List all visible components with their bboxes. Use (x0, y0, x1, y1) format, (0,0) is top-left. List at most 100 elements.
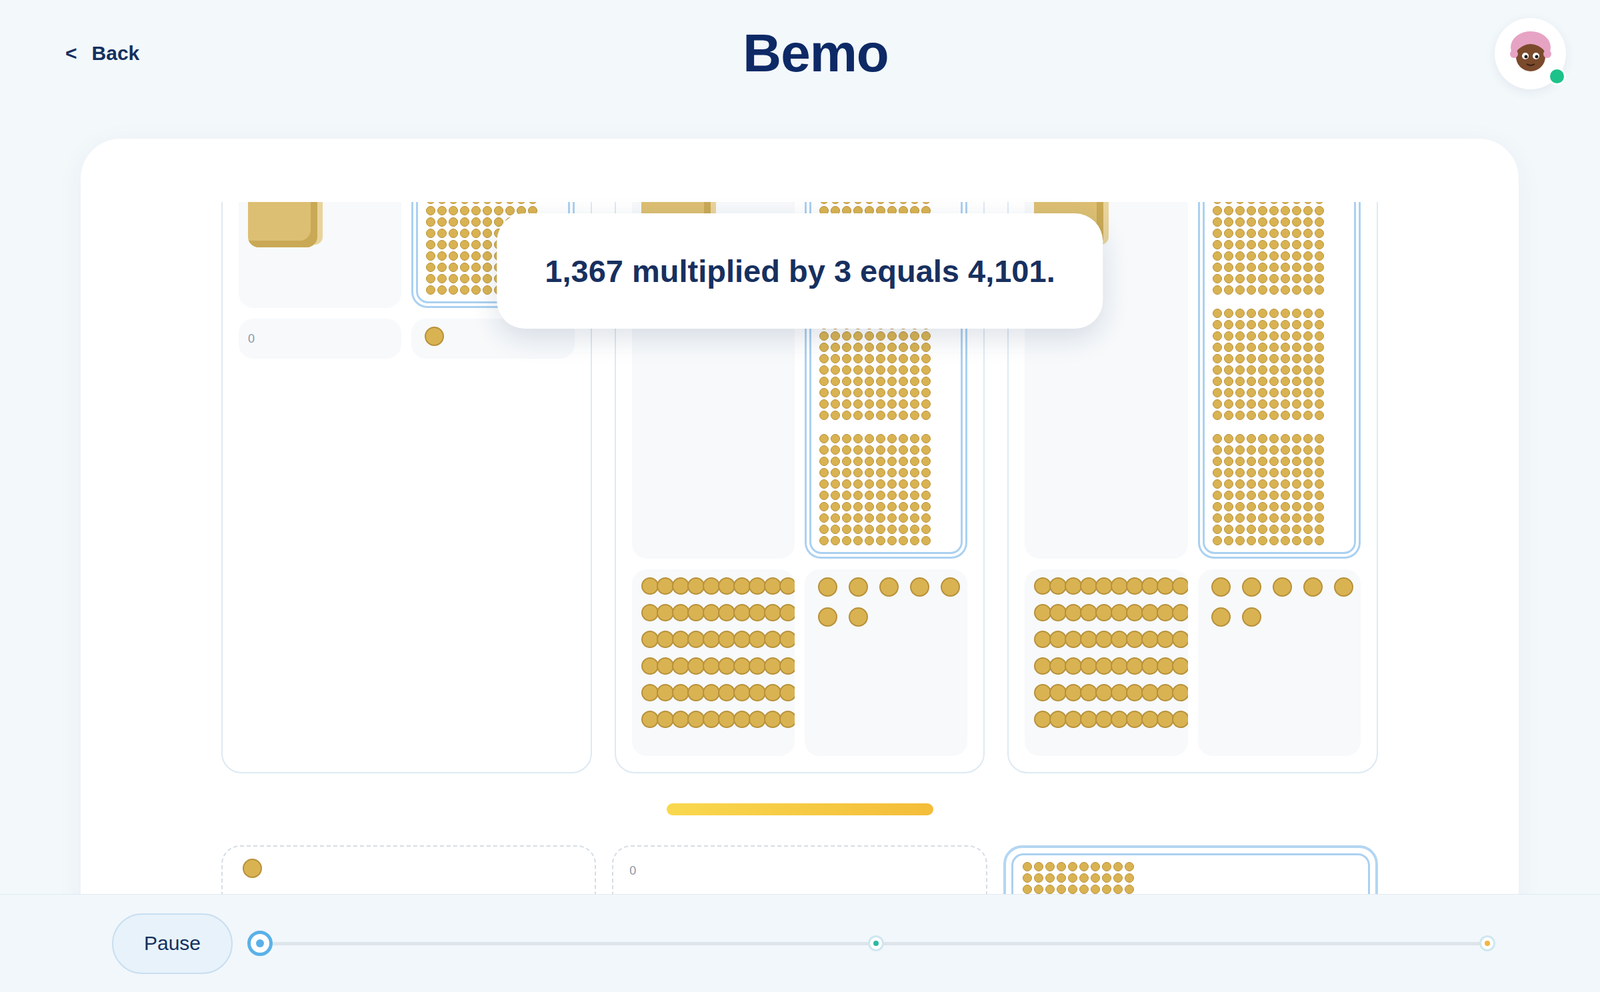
result-cell[interactable]: 0 (612, 845, 987, 894)
thousand-cube[interactable] (248, 202, 318, 248)
one-bead[interactable] (848, 577, 868, 597)
unit-bead (1246, 456, 1256, 466)
one-bead[interactable] (879, 577, 899, 597)
unit-bead (1224, 217, 1234, 227)
equals-bar (666, 803, 934, 816)
unit-bead (1212, 206, 1222, 216)
hundred-square[interactable] (819, 434, 953, 546)
unit-bead (1292, 365, 1302, 375)
unit-bead (876, 479, 886, 489)
unit-bead (910, 490, 920, 500)
hundred-square[interactable] (1212, 308, 1346, 420)
avatar[interactable] (1494, 18, 1566, 90)
one-bead[interactable] (1211, 577, 1231, 597)
ten-rod[interactable] (1034, 710, 1178, 728)
one-bead[interactable] (1242, 607, 1262, 627)
one-bead[interactable] (818, 607, 838, 627)
unit-bead (819, 399, 829, 409)
one-bead[interactable] (1242, 577, 1262, 597)
rod-bead (656, 604, 674, 622)
progress-marker[interactable] (247, 930, 273, 956)
hundreds-cell[interactable] (1198, 202, 1361, 559)
rod-bead (748, 577, 766, 595)
one-bead[interactable] (910, 577, 930, 597)
unit-bead (1258, 399, 1268, 409)
unit-bead (1246, 536, 1256, 546)
unit-bead (1280, 206, 1290, 216)
unit-bead (1280, 251, 1290, 261)
unit-bead (1246, 240, 1256, 250)
progress-marker[interactable] (1479, 935, 1496, 952)
unit-bead (1079, 884, 1089, 894)
unit-bead (1303, 202, 1313, 204)
unit-bead (876, 456, 886, 466)
one-bead[interactable] (848, 607, 868, 627)
unit-bead (819, 524, 829, 534)
ten-rod[interactable] (641, 630, 786, 648)
one-bead[interactable] (242, 858, 262, 878)
hundred-square[interactable] (1022, 862, 1359, 894)
result-cell[interactable] (221, 845, 596, 894)
progress-marker[interactable] (868, 935, 884, 952)
unit-bead (1303, 536, 1313, 546)
pause-button[interactable]: Pause (112, 913, 233, 974)
unit-bead (830, 502, 840, 512)
unit-bead (830, 342, 840, 352)
one-bead[interactable] (1334, 577, 1354, 597)
progress-track[interactable] (247, 930, 1496, 957)
rod-bead (779, 710, 795, 728)
ten-rod[interactable] (641, 657, 786, 675)
one-bead[interactable] (1211, 607, 1231, 627)
one-bead[interactable] (940, 577, 960, 597)
unit-bead (1056, 862, 1066, 872)
unit-bead (1113, 862, 1123, 872)
hundred-square[interactable] (1212, 434, 1346, 546)
unit-bead (887, 388, 897, 398)
ten-rod[interactable] (641, 577, 786, 595)
ten-rod[interactable] (641, 604, 786, 622)
tens-cell (632, 569, 795, 756)
unit-bead (853, 410, 863, 420)
unit-bead (1235, 536, 1245, 546)
rod-bead (687, 577, 705, 595)
rod-bead (672, 710, 690, 728)
unit-bead (437, 240, 447, 250)
unit-bead (460, 202, 470, 204)
unit-bead (910, 536, 920, 546)
rod-bead (733, 710, 751, 728)
back-button[interactable]: <Back (65, 42, 743, 65)
one-bead[interactable] (424, 326, 444, 346)
unit-bead (1292, 388, 1302, 398)
one-bead[interactable] (1272, 577, 1292, 597)
one-bead[interactable] (818, 577, 838, 597)
unit-bead (1269, 342, 1279, 352)
rod-bead (1172, 630, 1188, 648)
one-bead[interactable] (1303, 577, 1323, 597)
rod-bead (687, 657, 705, 675)
unit-bead (1280, 502, 1290, 512)
ten-rod[interactable] (1034, 577, 1178, 595)
unit-bead (1258, 490, 1268, 500)
unit-bead (1235, 240, 1245, 250)
ten-rod[interactable] (641, 710, 786, 728)
unit-bead (819, 468, 829, 478)
rod-bead (641, 630, 659, 648)
unit-bead (864, 524, 874, 534)
hundred-square[interactable] (1212, 202, 1346, 295)
result-cell[interactable] (1003, 845, 1378, 894)
unit-bead (1235, 228, 1245, 238)
unit-bead (1224, 354, 1234, 364)
unit-bead (1292, 331, 1302, 341)
unit-bead (1258, 456, 1268, 466)
unit-bead (819, 479, 829, 489)
ten-rod[interactable] (641, 684, 786, 702)
rod-bead (748, 657, 766, 675)
unit-bead (910, 434, 920, 444)
ten-rod[interactable] (1034, 604, 1178, 622)
ten-rod[interactable] (1034, 684, 1178, 702)
ten-rod[interactable] (1034, 630, 1178, 648)
unit-bead (1034, 862, 1044, 872)
unit-bead (830, 376, 840, 386)
ten-rod[interactable] (1034, 657, 1178, 675)
rod-bead (1172, 684, 1188, 702)
